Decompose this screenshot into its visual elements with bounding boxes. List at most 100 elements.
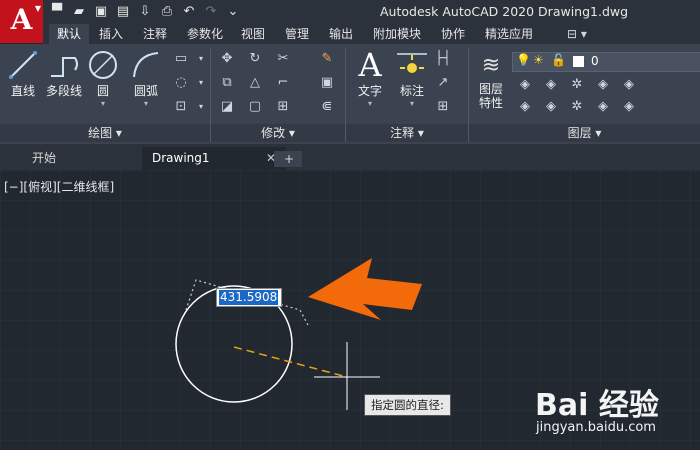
modify-panel-title[interactable]: 修改 ▾ <box>211 124 345 142</box>
hatch-icon[interactable]: ◌ <box>170 74 192 92</box>
saveas-icon[interactable]: ▤ <box>114 3 132 21</box>
layer-dropdown[interactable]: 💡 ☀ 🔓 0 <box>512 52 700 72</box>
application-menu-button[interactable]: A ▼ <box>0 0 43 43</box>
layer-tool-icon[interactable]: ◈ <box>592 98 614 116</box>
move-icon[interactable]: ✥ <box>216 50 238 68</box>
leader-icon[interactable]: ↗ <box>432 74 454 92</box>
scale-icon[interactable]: ▢ <box>244 98 266 116</box>
tab-start[interactable]: 开始 <box>4 147 124 170</box>
polyline-button[interactable]: 多段线 <box>42 48 86 99</box>
baidu-jingyan-logo: Bai 经验 <box>535 380 659 424</box>
color-swatch <box>573 56 584 67</box>
rotate-icon[interactable]: ↻ <box>244 50 266 68</box>
lightbulb-icon: 💡 <box>516 53 531 67</box>
layer-properties-label: 图层 特性 <box>478 82 503 110</box>
layer-tool-icon[interactable]: ◈ <box>514 76 536 94</box>
undo-icon[interactable]: ↶ <box>180 3 198 21</box>
dynamic-input-field[interactable]: 431.5908 <box>216 288 282 307</box>
tab-addins[interactable]: 附加模块 <box>365 24 429 44</box>
array-icon[interactable]: ⊞ <box>272 98 294 116</box>
layer-tool-icon[interactable]: ◈ <box>540 98 562 116</box>
trim-icon[interactable]: ✂ <box>272 50 294 68</box>
sun-icon: ☀ <box>533 53 544 67</box>
ribbon-toggle-icon[interactable]: ⊟ ▾ <box>559 24 595 44</box>
layers-stack-icon: ≋ <box>481 52 501 78</box>
layer-tool-icon[interactable]: ◈ <box>618 98 640 116</box>
text-a-icon: A <box>358 46 382 84</box>
print-icon[interactable]: ⎙ <box>158 3 176 21</box>
new-icon[interactable]: ▀ <box>48 3 66 21</box>
layer-tool-icon[interactable]: ◈ <box>592 76 614 94</box>
quick-access-toolbar: ▀ ▰ ▣ ▤ ⇩ ⎙ ↶ ↷ ⌄ <box>48 3 242 21</box>
autocad-logo: A <box>10 3 33 36</box>
linear-dim-icon[interactable]: ├┤ <box>432 50 454 68</box>
document-tabs: 开始 Drawing1 ✕ + <box>0 144 700 170</box>
layer-tool-icon[interactable]: ◈ <box>618 76 640 94</box>
dimension-icon <box>397 53 427 73</box>
tab-drawing1[interactable]: Drawing1 ✕ <box>142 147 286 170</box>
dimension-button[interactable]: 标注 ▾ <box>394 48 430 108</box>
fillet-icon[interactable]: ⌐ <box>272 74 294 92</box>
text-button[interactable]: A 文字 ▾ <box>350 46 390 108</box>
arc-icon <box>133 52 159 78</box>
layer-tool-icon[interactable]: ✲ <box>566 98 588 116</box>
open-icon[interactable]: ▰ <box>70 3 88 21</box>
tab-collaborate[interactable]: 协作 <box>433 24 473 44</box>
boundary-icon[interactable]: ⊡ <box>170 98 192 116</box>
tab-annotate[interactable]: 注释 <box>135 24 175 44</box>
dynamic-input-value: 431.5908 <box>219 290 279 305</box>
redo-icon[interactable]: ↷ <box>202 3 220 21</box>
tab-view[interactable]: 视图 <box>233 24 273 44</box>
drawing-canvas[interactable]: [−][俯视][二维线框] 431.5908 指定圆的直径: Bai 经验 ji… <box>0 170 700 450</box>
dimension-label: 标注 <box>399 84 424 98</box>
circle-button[interactable]: 圆 ▾ <box>86 48 120 108</box>
title-bar: ▀ ▰ ▣ ▤ ⇩ ⎙ ↶ ↷ ⌄ Autodesk AutoCAD 2020 … <box>0 0 700 24</box>
tab-featured-apps[interactable]: 精选应用 <box>477 24 541 44</box>
line-label: 直线 <box>10 84 35 98</box>
tab-drawing1-label: Drawing1 <box>152 151 210 165</box>
tab-manage[interactable]: 管理 <box>277 24 317 44</box>
line-button[interactable]: 直线 <box>6 48 40 99</box>
tab-start-label: 开始 <box>32 151 57 165</box>
copy-icon[interactable]: ⧉ <box>216 74 238 92</box>
tab-default[interactable]: 默认 <box>49 24 90 44</box>
watermark-logo-text: Bai 经验 <box>535 388 659 423</box>
arc-label: 圆弧 <box>133 84 158 98</box>
text-label: 文字 <box>357 84 382 98</box>
command-prompt-tooltip: 指定圆的直径: <box>364 394 451 416</box>
explode-icon[interactable]: ▣ <box>316 74 338 92</box>
layers-panel-title[interactable]: 图层 ▾ <box>469 124 700 142</box>
mirror-icon[interactable]: △ <box>244 74 266 92</box>
qat-menu-icon[interactable]: ⌄ <box>224 3 242 21</box>
offset-icon[interactable]: ⋐ <box>316 98 338 116</box>
new-tab-button[interactable]: + <box>274 151 302 167</box>
annotation-panel-title[interactable]: 注释 ▾ <box>346 124 468 142</box>
chevron-down-icon: ▾ <box>143 99 148 108</box>
watermark-url: jingyan.baidu.com <box>536 420 656 435</box>
polyline-label: 多段线 <box>45 84 82 98</box>
line-icon <box>9 51 37 79</box>
chevron-down-icon: ▾ <box>409 99 414 108</box>
save-icon[interactable]: ▣ <box>92 3 110 21</box>
erase-icon[interactable]: ✎ <box>316 50 338 68</box>
chevron-down-icon[interactable]: ▾ <box>190 98 212 116</box>
layer-properties-button[interactable]: ≋ 图层 特性 <box>472 48 510 111</box>
stretch-icon[interactable]: ◪ <box>216 98 238 116</box>
chevron-down-icon[interactable]: ▾ <box>190 74 212 92</box>
table-icon[interactable]: ⊞ <box>432 98 454 116</box>
rectangle-icon[interactable]: ▭ <box>170 50 192 68</box>
publish-icon[interactable]: ⇩ <box>136 3 154 21</box>
ribbon: 直线 多段线 圆 ▾ 圆弧 ▾ ▭ ◌ ⊡ ▾ ▾ ▾ 绘图 ▾ ✥ ↻ ✂ ✎… <box>0 44 700 144</box>
draw-panel-title[interactable]: 绘图 ▾ <box>0 124 210 142</box>
arc-button[interactable]: 圆弧 ▾ <box>128 48 164 108</box>
chevron-down-icon: ▾ <box>367 99 372 108</box>
chevron-down-icon[interactable]: ▾ <box>190 50 212 68</box>
lock-icon: 🔓 <box>551 53 566 67</box>
layer-tool-icon[interactable]: ◈ <box>514 98 536 116</box>
layer-tool-icon[interactable]: ◈ <box>540 76 562 94</box>
tab-insert[interactable]: 插入 <box>91 24 131 44</box>
tab-parametric[interactable]: 参数化 <box>179 24 231 44</box>
tab-output[interactable]: 输出 <box>321 24 361 44</box>
layer-tool-icon[interactable]: ✲ <box>566 76 588 94</box>
viewport-controls-label[interactable]: [−][俯视][二维线框] <box>4 178 114 195</box>
